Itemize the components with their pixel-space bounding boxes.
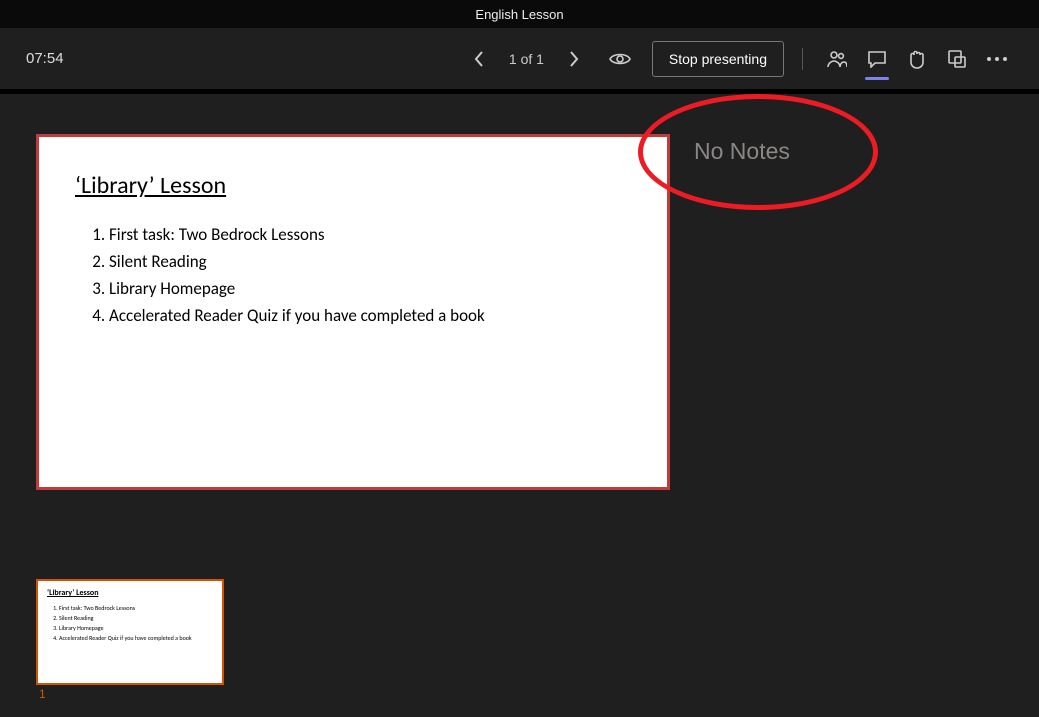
list-item: Accelerated Reader Quiz if you have comp… (109, 305, 631, 326)
slide-thumbnail[interactable]: ‘Library’ Lesson First task: Two Bedrock… (36, 579, 224, 685)
slide-thumbnails: ‘Library’ Lesson First task: Two Bedrock… (36, 579, 224, 701)
prev-slide-button[interactable] (461, 41, 497, 77)
slide-nav: 1 of 1 (461, 41, 638, 77)
thumb-heading: ‘Library’ Lesson (47, 588, 213, 598)
window-title-bar: English Lesson (0, 0, 1039, 28)
raise-hand-icon[interactable] (899, 41, 935, 77)
list-item: Silent Reading (59, 614, 213, 622)
presenter-toolbar: 07:54 1 of 1 Stop presenting (0, 28, 1039, 90)
slide-counter: 1 of 1 (501, 51, 552, 67)
window-title: English Lesson (475, 7, 563, 22)
list-item: Accelerated Reader Quiz if you have comp… (59, 634, 213, 642)
view-icon[interactable] (602, 41, 638, 77)
notes-placeholder: No Notes (694, 138, 790, 165)
breakout-rooms-icon[interactable] (939, 41, 975, 77)
thumb-list: First task: Two Bedrock Lessons Silent R… (47, 604, 213, 642)
more-options-button[interactable] (977, 47, 1017, 71)
next-slide-button[interactable] (556, 41, 592, 77)
list-item: First task: Two Bedrock Lessons (109, 224, 631, 245)
current-slide: ‘Library’ Lesson First task: Two Bedrock… (36, 134, 670, 490)
chat-icon[interactable] (859, 41, 895, 77)
list-item: Silent Reading (109, 251, 631, 272)
presenter-content: ‘Library’ Lesson First task: Two Bedrock… (0, 90, 1039, 717)
list-item: Library Homepage (109, 278, 631, 299)
slide-list: First task: Two Bedrock Lessons Silent R… (75, 224, 631, 326)
slide-heading: ‘Library’ Lesson (75, 171, 631, 200)
list-item: First task: Two Bedrock Lessons (59, 604, 213, 612)
call-duration: 07:54 (26, 50, 86, 67)
list-item: Library Homepage (59, 624, 213, 632)
stop-presenting-button[interactable]: Stop presenting (652, 41, 784, 77)
people-icon[interactable] (819, 41, 855, 77)
toolbar-divider (802, 48, 803, 70)
thumbnail-number: 1 (36, 687, 224, 701)
